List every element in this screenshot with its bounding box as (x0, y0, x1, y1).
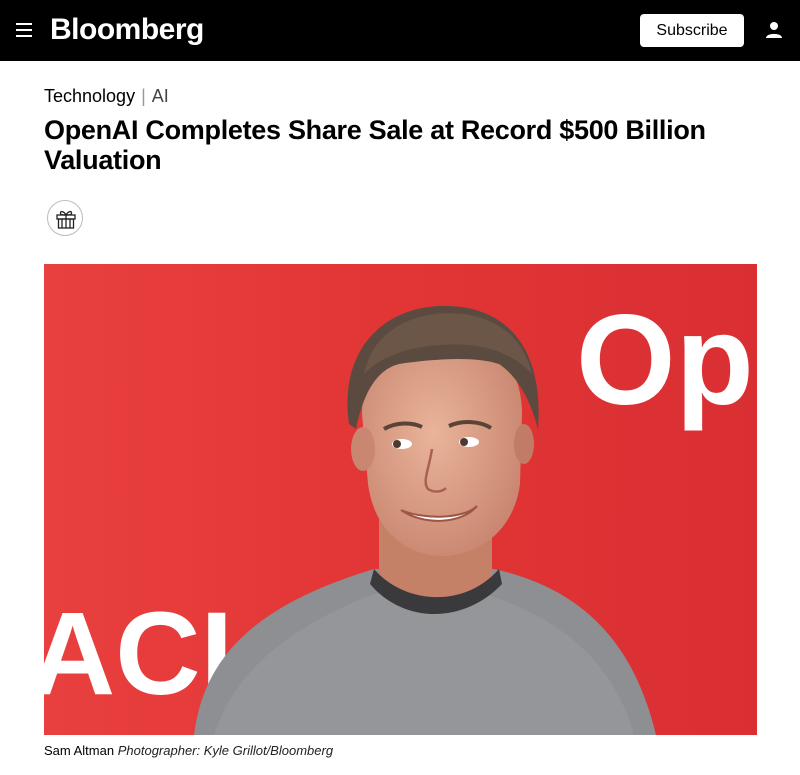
section-link[interactable]: Technology (44, 86, 135, 106)
caption-subject: Sam Altman (44, 743, 115, 758)
subsection-link[interactable]: AI (152, 86, 169, 106)
article-headline: OpenAI Completes Share Sale at Record $5… (44, 115, 706, 175)
gift-article-button[interactable] (47, 200, 83, 236)
bloomberg-logo[interactable]: Bloomberg (50, 12, 204, 48)
user-icon[interactable] (764, 20, 784, 40)
caption-credit: Photographer: Kyle Grillot/Bloomberg (117, 743, 334, 758)
gift-icon (56, 210, 76, 229)
subscribe-button[interactable]: Subscribe (640, 14, 744, 47)
photo-caption: Sam Altman Photographer: Kyle Grillot/Bl… (44, 743, 333, 759)
top-navigation-bar: Bloomberg Subscribe (0, 0, 800, 61)
article-kicker: Technology | AI (44, 85, 169, 107)
hamburger-menu-icon[interactable] (14, 19, 36, 41)
article-hero-photo: Op ACI (44, 264, 757, 735)
backdrop-lettering-right: Op (576, 289, 754, 432)
kicker-separator: | (141, 86, 146, 106)
